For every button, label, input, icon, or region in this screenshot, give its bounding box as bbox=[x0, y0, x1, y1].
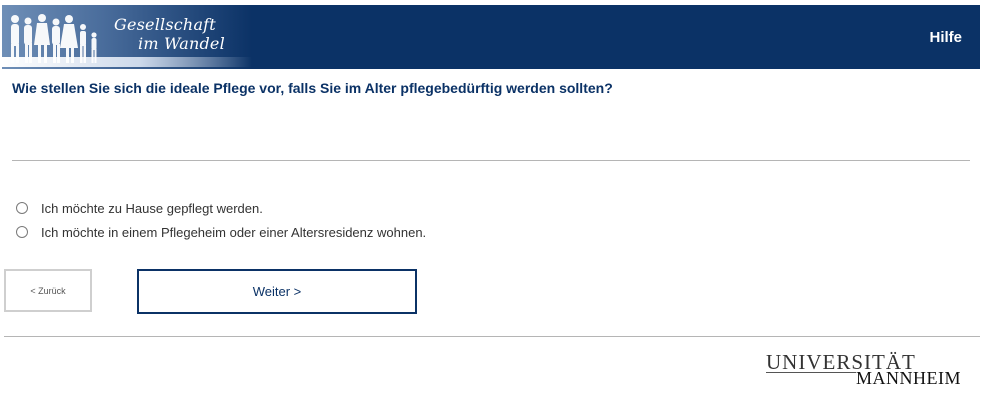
option-label: Ich möchte zu Hause gepflegt werden. bbox=[41, 200, 263, 216]
logo-line-1: Gesellschaft bbox=[114, 15, 216, 34]
logo-rule bbox=[766, 372, 856, 373]
answer-options: Ich möchte zu Hause gepflegt werden. Ich… bbox=[16, 196, 426, 244]
divider-bottom bbox=[4, 336, 980, 337]
project-logo-text: Gesellschaft im Wandel bbox=[112, 15, 225, 53]
back-button[interactable]: < Zurück bbox=[4, 269, 92, 312]
radio-home-care[interactable] bbox=[16, 202, 28, 214]
people-silhouettes-icon bbox=[11, 14, 97, 63]
header-banner: Gesellschaft im Wandel Hilfe bbox=[2, 5, 980, 69]
divider-top bbox=[12, 160, 970, 161]
next-button[interactable]: Weiter > bbox=[137, 269, 417, 314]
question-text: Wie stellen Sie sich die ideale Pflege v… bbox=[12, 80, 613, 96]
help-link[interactable]: Hilfe bbox=[929, 29, 962, 46]
radio-care-home[interactable] bbox=[16, 226, 28, 238]
option-care-home[interactable]: Ich möchte in einem Pflegeheim oder eine… bbox=[16, 220, 426, 244]
logo-line-2: im Wandel bbox=[138, 34, 225, 53]
university-name-line-2: MANNHEIM bbox=[856, 368, 961, 388]
option-label: Ich möchte in einem Pflegeheim oder eine… bbox=[41, 224, 427, 240]
option-home-care[interactable]: Ich möchte zu Hause gepflegt werden. bbox=[16, 196, 426, 220]
university-logo: UNIVERSITÄT MANNHEIM bbox=[766, 350, 966, 390]
